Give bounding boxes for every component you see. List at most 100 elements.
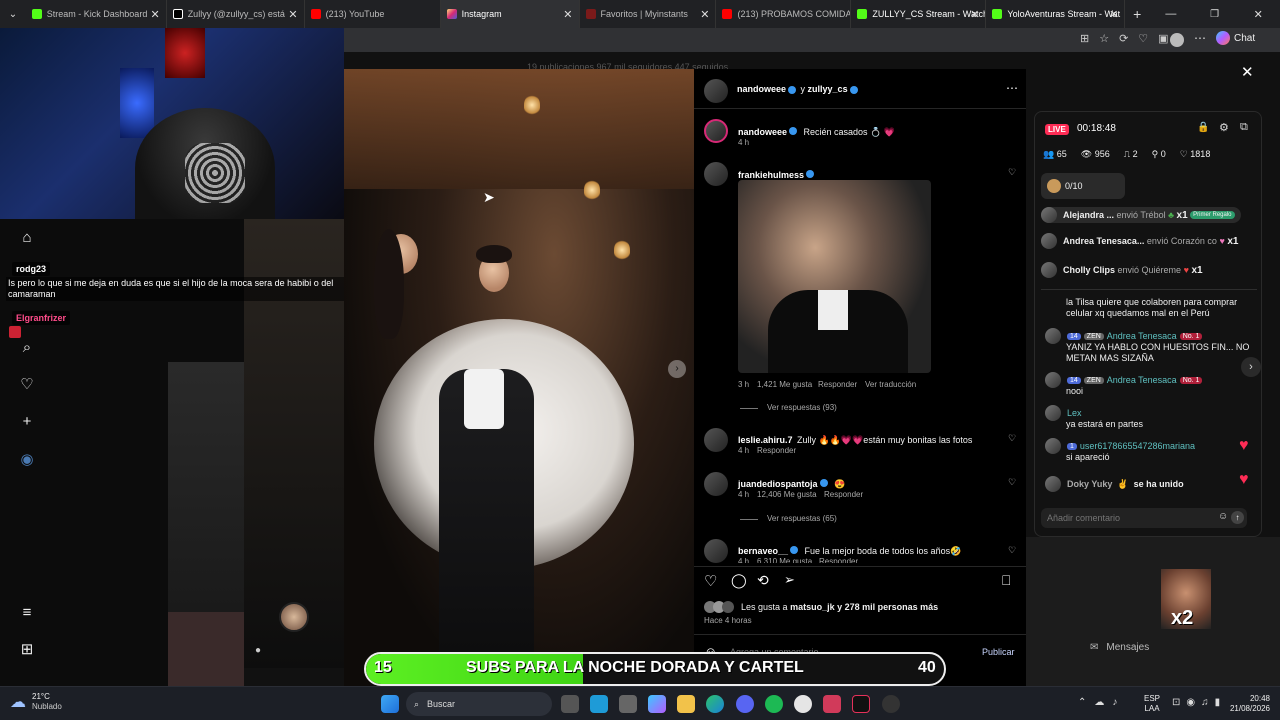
send-icon[interactable]: ↑ — [1231, 511, 1244, 524]
like-comment-icon[interactable]: ♡ — [1008, 477, 1016, 488]
chat-scroll-button[interactable]: › — [1241, 357, 1261, 377]
taskbar-search[interactable]: ⌕ Buscar — [406, 692, 552, 716]
spotify-icon[interactable] — [765, 695, 783, 713]
comment-icon[interactable]: ◯ — [731, 572, 747, 589]
comment-username[interactable]: leslie.ahiru.7 — [738, 435, 793, 445]
profile-avatar[interactable] — [1170, 33, 1184, 47]
task-view-icon[interactable] — [561, 695, 579, 713]
language-indicator[interactable]: ESP LAA — [1144, 694, 1160, 714]
popout-icon[interactable]: ⧉ — [1240, 121, 1248, 134]
home-icon[interactable]: ⌂ — [18, 229, 36, 247]
caption-username[interactable]: nandoweee — [738, 127, 787, 137]
close-tab-icon[interactable]: ✕ — [150, 8, 159, 21]
tab-kick-yolo[interactable]: YoloAventuras Stream - Wat ✕ — [986, 0, 1126, 28]
tab-menu-button[interactable]: ⌄ — [0, 0, 26, 28]
file-explorer-icon[interactable] — [677, 695, 695, 713]
close-tab-icon[interactable]: ✕ — [700, 8, 709, 21]
tab-instagram[interactable]: Instagram ✕ — [440, 0, 580, 28]
copilot-chat-button[interactable]: Chat — [1216, 31, 1255, 45]
like-comment-icon[interactable]: ♡ — [1008, 167, 1016, 178]
next-photo-button[interactable]: › — [668, 360, 686, 378]
comment-username[interactable]: juandediospantoja — [738, 479, 818, 489]
close-post-button[interactable]: ✕ — [1241, 63, 1254, 81]
translate-button[interactable]: Ver traducción — [865, 380, 916, 389]
emoji-icon[interactable]: ☺ — [1218, 511, 1228, 522]
comment-likes[interactable]: 12,406 Me gusta — [757, 490, 817, 499]
comment-box[interactable]: ☺ ↑ — [1041, 508, 1247, 528]
tray-icons[interactable]: ⊡◉♫▮ — [1172, 697, 1226, 708]
like-comment-icon[interactable]: ♡ — [1008, 545, 1016, 556]
minimize-button[interactable]: — — [1149, 8, 1193, 20]
comment-username[interactable]: frankiehulmess — [738, 170, 804, 180]
post-options-icon[interactable]: ⋯ — [1006, 81, 1018, 95]
maximize-button[interactable]: ❐ — [1193, 9, 1237, 20]
author-avatar[interactable] — [704, 79, 728, 103]
xbox-icon[interactable] — [794, 695, 812, 713]
messages-button[interactable]: ✉ Mensajes — [1090, 636, 1250, 658]
edge-icon[interactable] — [706, 695, 724, 713]
post-photo[interactable]: › — [344, 69, 694, 686]
close-tab-icon[interactable]: ✕ — [288, 8, 297, 21]
story-avatar[interactable] — [279, 602, 309, 632]
message-user[interactable]: Lex — [1067, 408, 1082, 418]
message-user[interactable]: Andrea Tenesaca — [1107, 331, 1177, 341]
notepad-icon[interactable] — [590, 695, 608, 713]
likes-suffix[interactable]: y 278 mil personas más — [837, 602, 938, 612]
copilot-icon[interactable] — [648, 695, 666, 713]
more-menu-icon[interactable]: ⋯ — [1194, 31, 1206, 45]
like-comment-icon[interactable]: ♡ — [1008, 433, 1016, 444]
new-tab-button[interactable]: + — [1125, 6, 1149, 22]
reply-button[interactable]: Responder — [819, 557, 858, 563]
view-replies-button[interactable]: Ver respuestas (65) — [767, 514, 837, 523]
comment-avatar[interactable] — [704, 539, 728, 563]
settings-icon[interactable]: ⚙ — [1219, 121, 1229, 134]
window-close-button[interactable]: ✕ — [1236, 8, 1280, 21]
save-bookmark-icon[interactable]: ⎕ — [1002, 572, 1010, 589]
profile-icon[interactable]: ● — [255, 645, 261, 656]
search-icon[interactable]: ⌕ — [18, 339, 36, 357]
message-user[interactable]: Andrea Tenesaca — [1107, 375, 1177, 385]
likes-user[interactable]: matsuo_jk — [790, 602, 835, 612]
tiktok-icon[interactable] — [852, 695, 870, 713]
app-icon[interactable] — [823, 695, 841, 713]
windows-start-icon[interactable] — [381, 695, 399, 713]
calculator-icon[interactable] — [619, 695, 637, 713]
message-user[interactable]: user6178665547286mariana — [1080, 441, 1195, 451]
tab-kick-dashboard[interactable]: Stream - Kick Dashboard ✕ — [26, 0, 167, 28]
share-icon[interactable]: ➢ — [784, 572, 795, 588]
clock[interactable]: 20:48 21/08/2026 — [1222, 694, 1270, 714]
tab-myinstants[interactable]: Favoritos | Myinstants ✕ — [580, 0, 717, 28]
like-post-icon[interactable]: ♡ — [704, 572, 717, 590]
close-tab-icon[interactable]: ✕ — [970, 8, 979, 21]
caption-avatar[interactable] — [704, 119, 728, 143]
lock-icon[interactable]: 🔒 — [1197, 122, 1209, 133]
comment-username[interactable]: bernaveo__ — [738, 546, 788, 556]
tab-youtube-comida[interactable]: (213) PROBAMOS COMIDA — [716, 0, 852, 28]
weather-widget[interactable]: ☁ 21°C Nublado — [10, 692, 62, 712]
goal-widget[interactable]: 0/10 — [1041, 173, 1125, 199]
reply-button[interactable]: Responder — [818, 380, 857, 389]
close-tab-icon[interactable]: ✕ — [1109, 8, 1118, 21]
notifications-heart-icon[interactable]: ♡ — [18, 376, 36, 394]
live-comment-input[interactable] — [1047, 511, 1207, 525]
message-user[interactable]: Doky Yuky — [1067, 479, 1112, 489]
publish-button[interactable]: Publicar — [982, 647, 1015, 657]
comment-gif[interactable] — [738, 180, 931, 373]
coauthor-username[interactable]: zullyy_cs — [808, 84, 848, 94]
discord-icon[interactable] — [736, 695, 754, 713]
tab-tiktok-live[interactable]: Zullyy (@zullyy_cs) está ✕ — [167, 0, 305, 28]
comment-likes[interactable]: 1,421 Me gusta — [757, 380, 812, 389]
threads-icon[interactable]: ◉ — [18, 451, 36, 469]
close-tab-icon[interactable]: ✕ — [563, 8, 572, 21]
reply-button[interactable]: Responder — [757, 446, 796, 455]
tab-youtube[interactable]: (213) YouTube — [305, 0, 441, 28]
create-plus-icon[interactable]: + — [18, 413, 36, 431]
comment-avatar[interactable] — [704, 472, 728, 496]
comment-likes[interactable]: 6,310 Me gusta — [757, 557, 812, 563]
view-replies-button[interactable]: Ver respuestas (93) — [767, 403, 837, 412]
comment-avatar[interactable] — [704, 162, 728, 186]
meta-apps-icon[interactable]: ⊞ — [18, 641, 36, 659]
obs-icon[interactable] — [882, 695, 900, 713]
reply-button[interactable]: Responder — [824, 490, 863, 499]
author-username[interactable]: nandoweee — [737, 84, 786, 94]
